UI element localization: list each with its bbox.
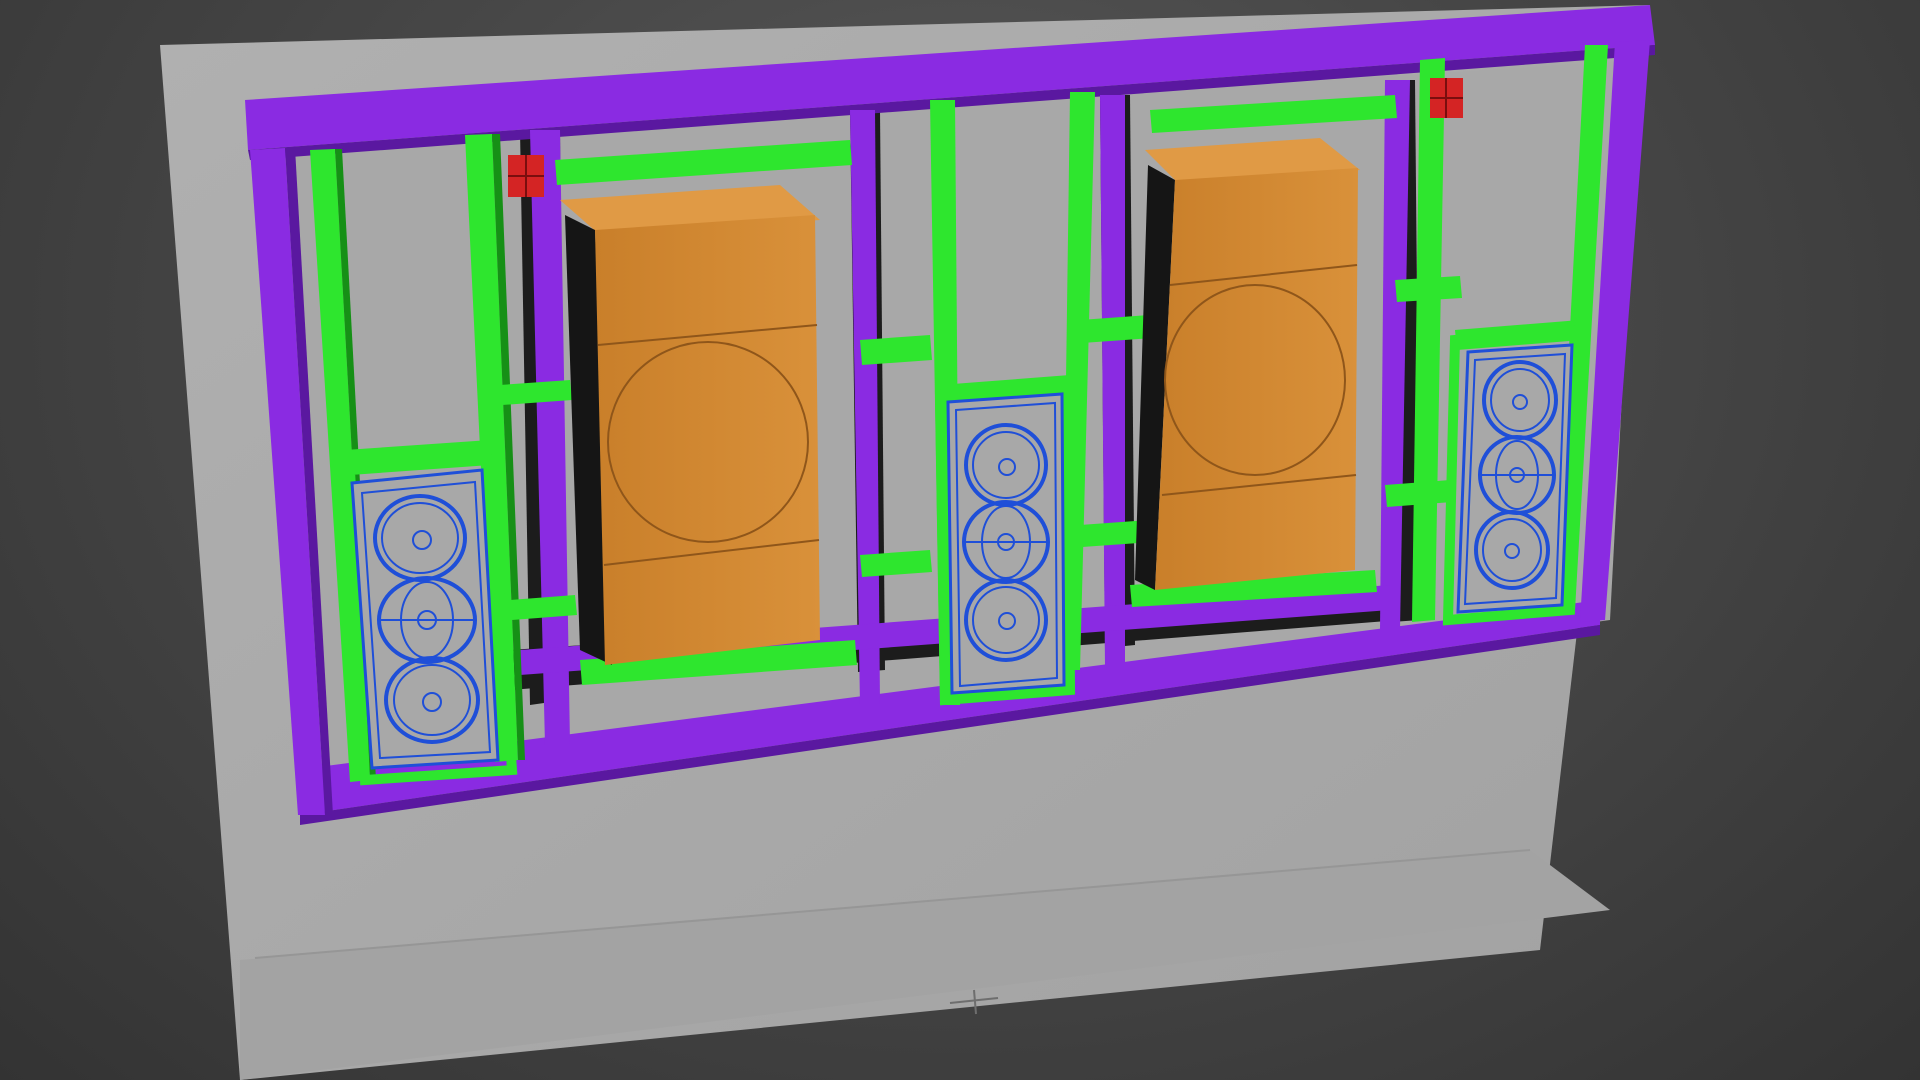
speaker-right[interactable] <box>1456 343 1574 614</box>
junction-box-left[interactable] <box>508 155 544 197</box>
junction-box-right[interactable] <box>1430 78 1463 118</box>
speaker-center[interactable] <box>946 392 1066 695</box>
3d-viewport[interactable] <box>0 0 1920 1080</box>
subwoofer-left[interactable] <box>560 185 820 665</box>
scene-canvas[interactable] <box>0 0 1920 1080</box>
speaker-left[interactable] <box>350 468 500 770</box>
subwoofer-right[interactable] <box>1135 138 1360 590</box>
